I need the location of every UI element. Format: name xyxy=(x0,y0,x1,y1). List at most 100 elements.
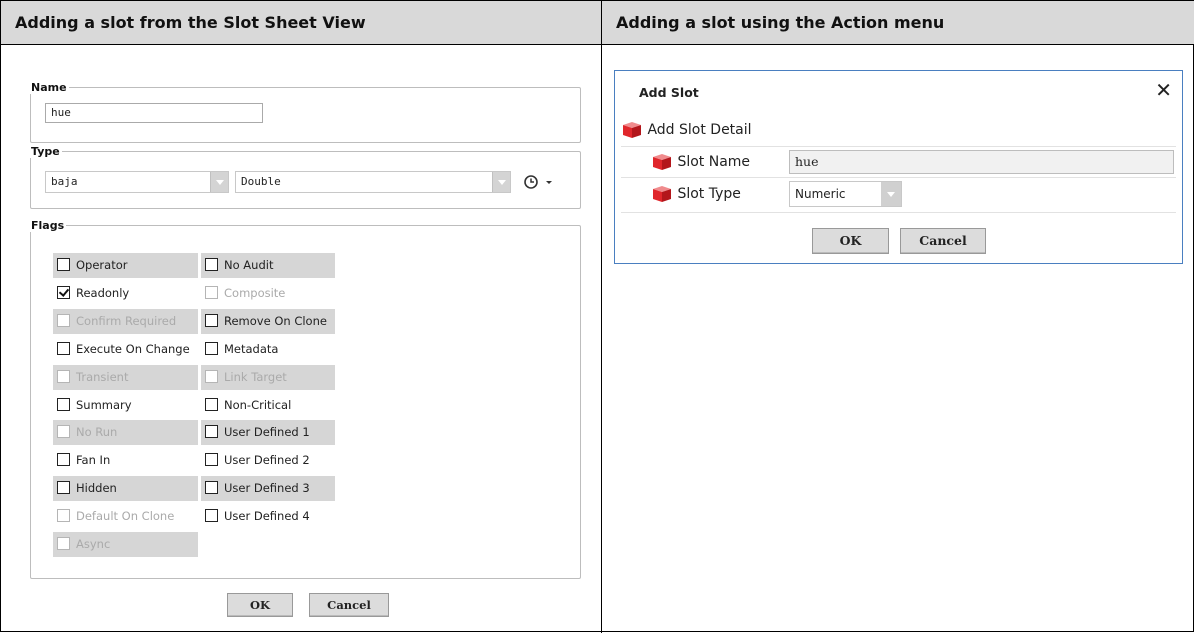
checkbox[interactable] xyxy=(57,453,70,467)
flag-label: Confirm Required xyxy=(76,313,177,328)
flag-label: No Run xyxy=(76,425,118,440)
flag-execute-on-change[interactable]: Execute On Change xyxy=(53,337,198,362)
checkbox[interactable] xyxy=(57,481,70,495)
flag-composite: Composite xyxy=(201,281,335,306)
slot-name-row: Slot Name xyxy=(651,153,750,171)
type-value: Double xyxy=(241,175,281,188)
checkbox[interactable] xyxy=(205,453,218,467)
type-module-value: baja xyxy=(51,175,78,188)
clock-icon xyxy=(524,175,552,189)
flag-default-on-clone: Default On Clone xyxy=(53,504,198,529)
left-column-header: Adding a slot from the Slot Sheet View xyxy=(1,1,601,45)
flag-summary[interactable]: Summary xyxy=(53,393,198,418)
slot-name-value: hue xyxy=(795,154,819,169)
flag-label: User Defined 2 xyxy=(224,453,310,468)
cancel-button[interactable]: Cancel xyxy=(309,593,389,617)
flag-label: Summary xyxy=(76,397,132,412)
flag-label: Hidden xyxy=(76,481,117,496)
checkbox[interactable] xyxy=(205,509,218,523)
chevron-down-icon xyxy=(881,182,901,206)
flag-label: Readonly xyxy=(76,285,130,300)
slot-type-select[interactable]: Numeric xyxy=(789,181,902,207)
flag-label: Non-Critical xyxy=(224,397,292,412)
history-menu-button[interactable] xyxy=(521,172,555,192)
flag-user-defined-3[interactable]: User Defined 3 xyxy=(201,476,335,502)
checkbox[interactable] xyxy=(57,258,70,271)
slot-type-row: Slot Type xyxy=(651,185,741,203)
flag-label: Async xyxy=(76,537,111,551)
flag-label: User Defined 3 xyxy=(224,481,310,496)
flag-link-target: Link Target xyxy=(201,364,335,390)
close-icon[interactable]: ✕ xyxy=(1155,79,1172,101)
flag-no-run: No Run xyxy=(53,420,198,446)
checkbox[interactable] xyxy=(205,481,218,495)
flag-user-defined-2[interactable]: User Defined 2 xyxy=(201,448,335,473)
flag-label: Operator xyxy=(76,258,128,272)
checkbox[interactable] xyxy=(57,397,70,411)
dialog-ok-button[interactable]: OK xyxy=(812,228,889,254)
right-header-label: Adding a slot using the Action menu xyxy=(616,13,945,32)
red-cube-icon xyxy=(653,186,671,202)
red-cube-icon xyxy=(623,122,641,138)
flag-label: Metadata xyxy=(224,341,279,356)
checkbox[interactable] xyxy=(205,425,218,439)
right-column-header: Adding a slot using the Action menu xyxy=(602,1,1194,45)
slot-type-value: Numeric xyxy=(795,187,846,201)
type-module-select[interactable]: baja xyxy=(45,171,229,193)
row-divider xyxy=(621,146,1176,147)
checkbox[interactable] xyxy=(205,341,218,355)
name-input-value: hue xyxy=(51,106,71,119)
comparison-table: Adding a slot from the Slot Sheet View A… xyxy=(0,0,1194,633)
flag-operator[interactable]: Operator xyxy=(53,253,198,278)
row-divider xyxy=(621,177,1176,178)
flag-transient: Transient xyxy=(53,364,198,390)
type-select[interactable]: Double xyxy=(235,171,511,193)
type-legend: Type xyxy=(31,145,60,158)
slot-name-input[interactable]: hue xyxy=(789,150,1174,174)
flag-label: Execute On Change xyxy=(76,341,190,356)
checkbox[interactable] xyxy=(205,313,218,327)
flag-remove-on-clone[interactable]: Remove On Clone xyxy=(201,308,335,334)
checkbox xyxy=(57,537,70,550)
checkbox xyxy=(57,425,70,439)
name-legend: Name xyxy=(31,81,67,94)
checkbox xyxy=(57,369,70,383)
flag-readonly[interactable]: Readonly xyxy=(53,281,198,306)
flag-label: User Defined 1 xyxy=(224,425,310,440)
add-slot-detail-row: Add Slot Detail xyxy=(621,121,752,139)
checkbox[interactable] xyxy=(57,341,70,355)
flag-fan-in[interactable]: Fan In xyxy=(53,448,198,473)
checkbox xyxy=(205,285,218,299)
ok-button[interactable]: OK xyxy=(227,593,293,617)
checkbox xyxy=(57,313,70,327)
caret-down-icon xyxy=(546,181,552,184)
flag-label: Transient xyxy=(76,369,129,384)
slot-type-label: Slot Type xyxy=(677,186,741,202)
flag-label: Default On Clone xyxy=(76,509,175,524)
flag-metadata[interactable]: Metadata xyxy=(201,337,335,362)
add-slot-dialog: Add Slot ✕ Add Slot Detail Slot Name hue xyxy=(614,70,1183,264)
dialog-title: Add Slot xyxy=(639,85,699,100)
chevron-down-icon xyxy=(210,172,228,192)
section-label: Add Slot Detail xyxy=(647,122,752,138)
flag-user-defined-4[interactable]: User Defined 4 xyxy=(201,504,335,529)
flag-label: Link Target xyxy=(224,369,287,384)
column-divider xyxy=(601,1,602,633)
flag-label: User Defined 4 xyxy=(224,509,310,524)
flag-label: Remove On Clone xyxy=(224,313,327,328)
checkbox[interactable] xyxy=(205,258,218,271)
left-header-label: Adding a slot from the Slot Sheet View xyxy=(15,13,366,32)
checkbox-checked[interactable] xyxy=(57,285,70,299)
flag-hidden[interactable]: Hidden xyxy=(53,476,198,502)
dialog-cancel-button[interactable]: Cancel xyxy=(900,228,986,254)
flag-non-critical[interactable]: Non-Critical xyxy=(201,393,335,418)
row-divider xyxy=(621,212,1176,213)
red-cube-icon xyxy=(653,154,671,170)
checkbox[interactable] xyxy=(205,397,218,411)
flag-user-defined-1[interactable]: User Defined 1 xyxy=(201,420,335,446)
flags-legend: Flags xyxy=(31,219,65,232)
checkbox xyxy=(205,369,218,383)
flag-label: Composite xyxy=(224,285,286,300)
name-input[interactable]: hue xyxy=(45,103,263,123)
flag-no-audit[interactable]: No Audit xyxy=(201,253,335,278)
